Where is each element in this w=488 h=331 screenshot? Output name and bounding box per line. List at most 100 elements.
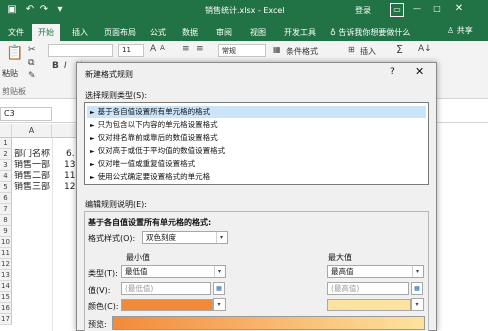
row-header[interactable]: 4: [0, 171, 12, 182]
row-header[interactable]: 15: [0, 292, 12, 303]
close-window-icon[interactable]: ✕: [452, 3, 466, 17]
name-box[interactable]: C3: [0, 107, 52, 121]
max-color-dropdown[interactable]: ▾: [411, 298, 424, 311]
range-picker-icon[interactable]: ▦: [411, 282, 423, 295]
font-size-box[interactable]: 11: [118, 44, 144, 57]
tab-home[interactable]: 开始: [32, 24, 60, 41]
bullet-arrow-icon: ►: [90, 135, 95, 142]
row-header[interactable]: 6: [0, 193, 12, 204]
select-all-corner[interactable]: [0, 124, 12, 138]
row-header[interactable]: 7: [0, 204, 12, 215]
close-icon[interactable]: ✕: [415, 65, 424, 78]
row-header[interactable]: 2: [0, 149, 12, 160]
preview-label: 预览:: [88, 320, 107, 329]
range-picker-icon[interactable]: ▦: [213, 282, 225, 295]
font-name-box[interactable]: [48, 44, 113, 57]
minimize-icon[interactable]: —: [410, 3, 424, 17]
row-header[interactable]: 5: [0, 182, 12, 193]
format-style-select[interactable]: 双色刻度 ▾: [142, 231, 228, 244]
min-color-picker[interactable]: [121, 299, 213, 311]
help-icon[interactable]: ?: [390, 67, 395, 77]
grow-font-icon[interactable]: A: [150, 44, 156, 54]
color-label: 颜色(C):: [88, 302, 119, 311]
max-type-select[interactable]: 最高值 ▾: [327, 265, 424, 278]
conditional-format-icon[interactable]: ▦: [273, 45, 281, 54]
number-format-box[interactable]: 常规: [218, 44, 266, 57]
tab-view[interactable]: 视图: [244, 24, 272, 41]
italic-icon[interactable]: I: [64, 61, 67, 71]
row-header[interactable]: 17: [0, 314, 12, 325]
bullet-arrow-icon: ►: [90, 161, 95, 168]
maximize-icon[interactable]: □: [430, 3, 444, 17]
tab-insert[interactable]: 插入: [66, 24, 94, 41]
rule-type-item[interactable]: ► 使用公式确定要设置格式的单元格: [87, 171, 426, 183]
redo-icon[interactable]: ↷: [38, 4, 50, 16]
login-link[interactable]: 登录: [355, 5, 371, 16]
share-button[interactable]: ♙ 共享: [447, 25, 473, 36]
rule-type-label-text: 仅对唯一值或重复值设置格式: [97, 159, 196, 168]
align-top-icon[interactable]: ≡: [182, 44, 190, 54]
row-header[interactable]: 12: [0, 259, 12, 270]
max-value-field[interactable]: (最高值): [327, 282, 409, 295]
rule-type-label-text: 基于各自值设置所有单元格的格式: [97, 107, 211, 116]
row-header[interactable]: 3: [0, 160, 12, 171]
save-icon[interactable]: ▣: [6, 4, 18, 16]
row-header[interactable]: 16: [0, 303, 12, 314]
rule-type-label-text: 使用公式确定要设置格式的单元格: [97, 172, 211, 181]
chevron-down-icon: ▾: [217, 301, 221, 308]
min-value-field[interactable]: (最低值): [121, 282, 211, 295]
tab-formulas[interactable]: 公式: [144, 24, 172, 41]
rule-type-item[interactable]: ► 仅对高于或低于平均值的数值设置格式: [87, 145, 426, 157]
copy-icon[interactable]: ⧉: [28, 58, 34, 68]
shrink-font-icon[interactable]: A: [160, 44, 165, 52]
tab-developer[interactable]: 开发工具: [278, 24, 322, 41]
insert-cells-icon[interactable]: ⊞: [348, 45, 355, 54]
cut-icon[interactable]: ✂: [28, 45, 36, 55]
sort-filter-icon[interactable]: A↓: [418, 44, 432, 54]
paste-label[interactable]: 粘贴: [2, 68, 18, 79]
cell-a2[interactable]: 部门名称: [14, 149, 52, 160]
cell-a3[interactable]: 销售一部: [14, 160, 52, 171]
rule-type-item[interactable]: ► 仅对唯一值或重复值设置格式: [87, 158, 426, 170]
conditional-format-button[interactable]: 条件格式: [286, 46, 318, 57]
column-header-a[interactable]: A: [12, 124, 52, 138]
rule-type-item[interactable]: ► 基于各自值设置所有单元格的格式: [87, 106, 426, 118]
customize-qat-icon[interactable]: ▾: [54, 4, 66, 16]
paste-icon[interactable]: 📋: [6, 45, 23, 61]
rule-type-label-text: 只为包含以下内容的单元格设置格式: [97, 120, 218, 129]
tab-page-layout[interactable]: 页面布局: [98, 24, 142, 41]
bold-icon[interactable]: B: [52, 61, 59, 71]
new-format-rule-dialog: 新建格式规则 ? ✕ 选择规则类型(S): ► 基于各自值设置所有单元格的格式 ►…: [76, 62, 437, 331]
min-type-select[interactable]: 最低值 ▾: [121, 265, 226, 278]
row-header[interactable]: 11: [0, 248, 12, 259]
dialog-title: 新建格式规则: [85, 70, 133, 79]
format-style-label: 格式样式(O):: [88, 234, 136, 243]
rule-type-item[interactable]: ► 只为包含以下内容的单元格设置格式: [87, 119, 426, 131]
row-header[interactable]: 8: [0, 215, 12, 226]
cell-a4[interactable]: 销售二部: [14, 171, 52, 182]
rule-type-item[interactable]: ► 仅对排名靠前或靠后的数值设置格式: [87, 132, 426, 144]
rule-type-list[interactable]: ► 基于各自值设置所有单元格的格式 ► 只为包含以下内容的单元格设置格式 ► 仅对排名…: [84, 102, 429, 185]
row-header[interactable]: 1: [0, 138, 12, 149]
row-header[interactable]: 10: [0, 237, 12, 248]
min-type-value: 最低值: [125, 267, 148, 276]
format-painter-icon[interactable]: ✎: [28, 71, 36, 81]
undo-icon[interactable]: ↶: [24, 4, 36, 16]
row-header[interactable]: 13: [0, 270, 12, 281]
autosum-icon[interactable]: Σ: [396, 43, 403, 56]
cell-a5[interactable]: 销售三部: [14, 182, 52, 193]
tab-file[interactable]: 文件: [2, 24, 30, 41]
rule-type-label-text: 仅对排名靠前或靠后的数值设置格式: [97, 133, 218, 142]
bullet-arrow-icon: ►: [90, 122, 95, 129]
align-middle-icon[interactable]: ≡: [196, 44, 204, 54]
ribbon-display-options-icon[interactable]: ▭: [390, 3, 404, 17]
insert-cells-button[interactable]: 插入: [360, 46, 376, 57]
tab-data[interactable]: 数据: [176, 24, 204, 41]
row-header[interactable]: 14: [0, 281, 12, 292]
tab-review[interactable]: 审阅: [210, 24, 238, 41]
min-color-dropdown[interactable]: ▾: [213, 298, 226, 311]
max-color-picker[interactable]: [327, 299, 411, 311]
tell-me-search[interactable]: ♁ 告诉我你想要做什么: [330, 27, 410, 38]
row-header[interactable]: 9: [0, 226, 12, 237]
edit-rule-desc-label: 编辑规则说明(E):: [85, 200, 147, 209]
